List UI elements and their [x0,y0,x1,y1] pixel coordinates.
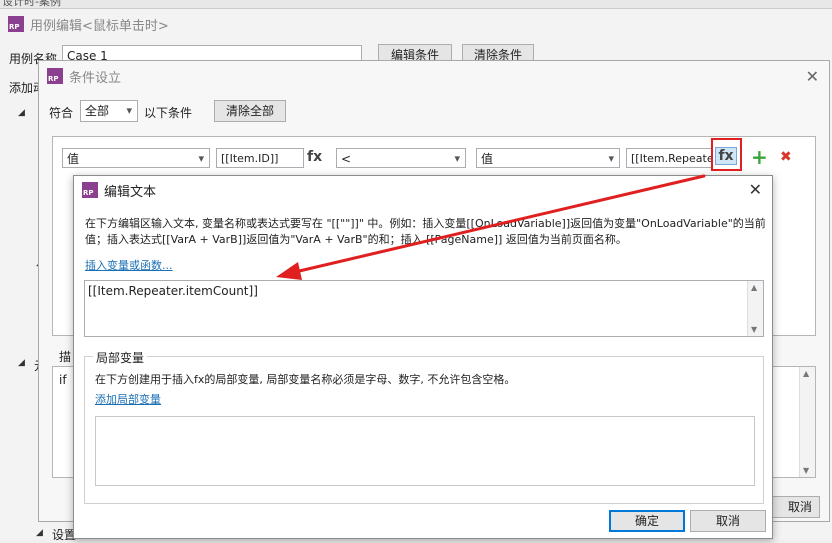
annotation-arrow-head [276,262,302,280]
annotation-arrow-line [293,174,706,274]
annotation-arrow [276,174,706,280]
